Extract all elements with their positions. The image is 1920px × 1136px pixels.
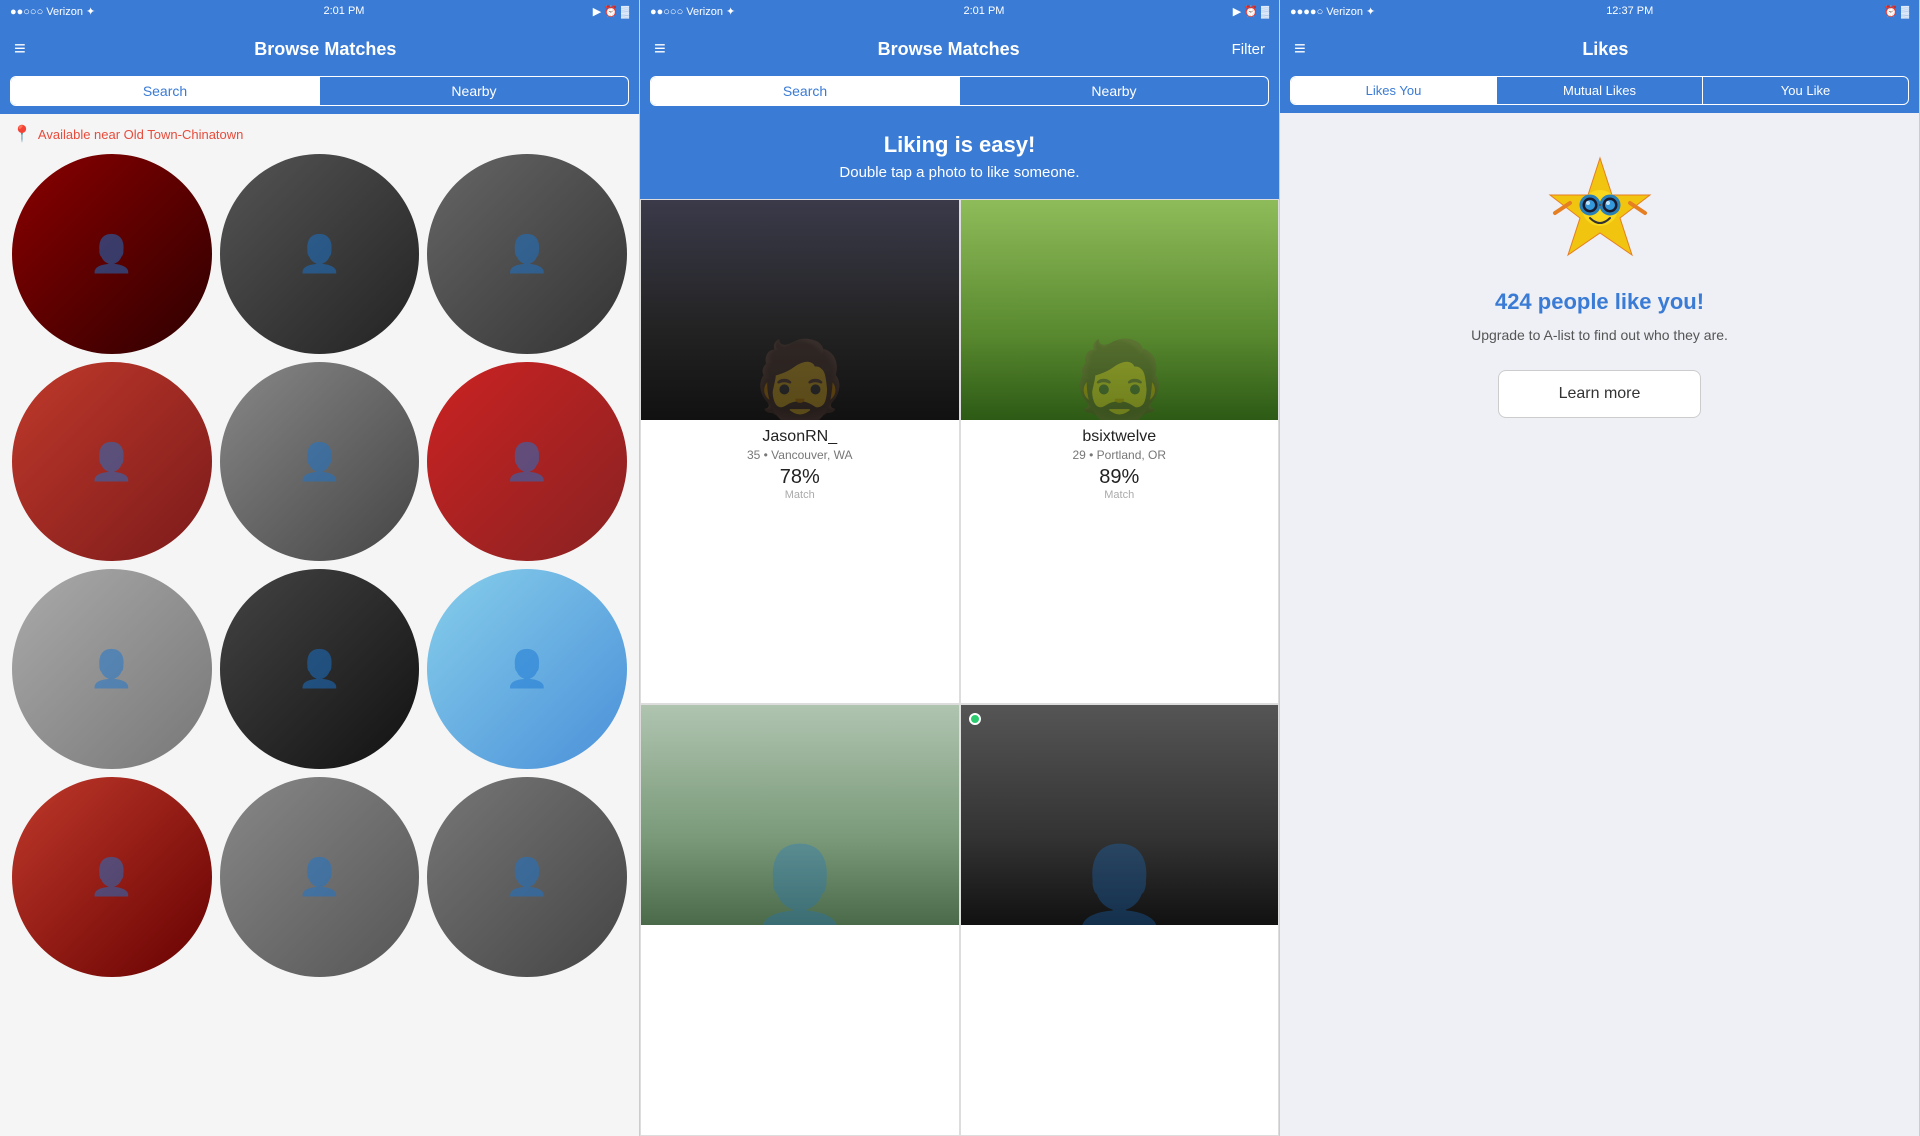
- panel2-content: 🧔 JasonRN_ 35 • Vancouver, WA 78% Match …: [640, 199, 1279, 1136]
- nav-title-1: Browse Matches: [254, 39, 396, 60]
- search-tab-2[interactable]: Search: [651, 77, 960, 105]
- nav-title-2: Browse Matches: [878, 39, 1020, 60]
- time-3: 12:37 PM: [1606, 5, 1653, 17]
- banner-title: Liking is easy!: [660, 132, 1259, 158]
- hamburger-icon-2[interactable]: ≡: [654, 38, 666, 61]
- avatar-4[interactable]: 👤: [12, 362, 212, 562]
- hamburger-icon-1[interactable]: ≡: [14, 38, 26, 61]
- status-bar-3: ●●●●○ Verizon ✦ 12:37 PM ⏰ ▓: [1280, 0, 1919, 22]
- carrier-2: ●●○○○ Verizon ✦: [650, 5, 735, 18]
- banner-subtitle: Double tap a photo to like someone.: [660, 164, 1259, 181]
- location-pin-icon: 📍: [12, 124, 32, 144]
- match-detail-2: 29 • Portland, OR: [971, 448, 1269, 462]
- avatar-7[interactable]: 👤: [12, 569, 212, 769]
- match-card-3[interactable]: 👤: [640, 704, 960, 1136]
- nav-title-3: Likes: [1582, 39, 1628, 60]
- avatar-10[interactable]: 👤: [12, 777, 212, 977]
- segment-bar-1: Search Nearby: [0, 76, 639, 114]
- you-like-tab[interactable]: You Like: [1703, 77, 1908, 104]
- match-label-1: Match: [651, 489, 949, 501]
- status-bar-2: ●●○○○ Verizon ✦ 2:01 PM ▶ ⏰ ▓: [640, 0, 1279, 22]
- match-info-4: [961, 925, 1279, 941]
- status-icons-3: ⏰ ▓: [1884, 5, 1909, 18]
- likes-you-tab[interactable]: Likes You: [1291, 77, 1497, 104]
- status-bar-1: ●●○○○ Verizon ✦ 2:01 PM ▶ ⏰ ▓: [0, 0, 639, 22]
- match-card-1[interactable]: 🧔 JasonRN_ 35 • Vancouver, WA 78% Match: [640, 199, 960, 704]
- match-info-3: [641, 925, 959, 941]
- carrier-3: ●●●●○ Verizon ✦: [1290, 5, 1375, 18]
- status-icons-2: ▶ ⏰ ▓: [1233, 5, 1269, 18]
- avatar-6[interactable]: 👤: [427, 362, 627, 562]
- segment-control-1: Search Nearby: [10, 76, 629, 106]
- three-segment-control: Likes You Mutual Likes You Like: [1290, 76, 1909, 105]
- match-info-2: bsixtwelve 29 • Portland, OR 89% Match: [961, 420, 1279, 509]
- match-photo-2: 🧔: [961, 200, 1279, 420]
- segment-control-2: Search Nearby: [650, 76, 1269, 106]
- nav-bar-2: ≡ Browse Matches Filter: [640, 22, 1279, 76]
- matches-grid: 🧔 JasonRN_ 35 • Vancouver, WA 78% Match …: [640, 199, 1279, 1136]
- nearby-tab-1[interactable]: Nearby: [320, 77, 628, 105]
- match-detail-1: 35 • Vancouver, WA: [651, 448, 949, 462]
- online-indicator: [969, 713, 981, 725]
- hamburger-icon-3[interactable]: ≡: [1294, 38, 1306, 61]
- panel-browse-matches-middle: ●●○○○ Verizon ✦ 2:01 PM ▶ ⏰ ▓ ≡ Browse M…: [640, 0, 1280, 1136]
- avatar-9[interactable]: 👤: [427, 569, 627, 769]
- avatars-grid: 👤 👤 👤 👤 👤 👤 👤 👤 👤 👤 👤 👤: [0, 154, 639, 989]
- panel-browse-matches-left: ●●○○○ Verizon ✦ 2:01 PM ▶ ⏰ ▓ ≡ Browse M…: [0, 0, 640, 1136]
- match-photo-1: 🧔: [641, 200, 959, 420]
- avatar-12[interactable]: 👤: [427, 777, 627, 977]
- avatar-3[interactable]: 👤: [427, 154, 627, 354]
- liking-banner: Liking is easy! Double tap a photo to li…: [640, 114, 1279, 199]
- avatar-8[interactable]: 👤: [220, 569, 420, 769]
- mutual-likes-tab[interactable]: Mutual Likes: [1497, 77, 1703, 104]
- match-name-1: JasonRN_: [651, 428, 949, 446]
- status-icons-1: ▶ ⏰ ▓: [593, 5, 629, 18]
- filter-button[interactable]: Filter: [1232, 41, 1265, 58]
- panel-likes: ●●●●○ Verizon ✦ 12:37 PM ⏰ ▓ ≡ Likes Lik…: [1280, 0, 1920, 1136]
- nav-bar-3: ≡ Likes: [1280, 22, 1919, 76]
- carrier-1: ●●○○○ Verizon ✦: [10, 5, 95, 18]
- likes-count: 424 people like you!: [1495, 289, 1704, 315]
- avatar-11[interactable]: 👤: [220, 777, 420, 977]
- likes-sub: Upgrade to A-list to find out who they a…: [1431, 325, 1768, 346]
- panel3-content: 424 people like you! Upgrade to A-list t…: [1280, 113, 1919, 1136]
- avatar-1[interactable]: 👤: [12, 154, 212, 354]
- location-text: Available near Old Town-Chinatown: [38, 127, 243, 142]
- match-photo-3: 👤: [641, 705, 959, 925]
- segment-bar-2: Search Nearby: [640, 76, 1279, 114]
- time-1: 2:01 PM: [323, 5, 364, 17]
- match-info-1: JasonRN_ 35 • Vancouver, WA 78% Match: [641, 420, 959, 509]
- avatar-2[interactable]: 👤: [220, 154, 420, 354]
- match-card-4[interactable]: 👤: [960, 704, 1280, 1136]
- match-label-2: Match: [971, 489, 1269, 501]
- match-photo-4: 👤: [961, 705, 1279, 925]
- match-card-2[interactable]: 🧔 bsixtwelve 29 • Portland, OR 89% Match: [960, 199, 1280, 704]
- learn-more-button[interactable]: Learn more: [1498, 370, 1702, 418]
- match-percent-2: 89%: [971, 466, 1269, 489]
- star-mascot: [1540, 153, 1660, 273]
- nearby-tab-2[interactable]: Nearby: [960, 77, 1268, 105]
- match-name-2: bsixtwelve: [971, 428, 1269, 446]
- avatar-5[interactable]: 👤: [220, 362, 420, 562]
- nav-bar-1: ≡ Browse Matches: [0, 22, 639, 76]
- location-bar: 📍 Available near Old Town-Chinatown: [0, 114, 639, 154]
- panel1-content: 📍 Available near Old Town-Chinatown 👤 👤 …: [0, 114, 639, 1136]
- time-2: 2:01 PM: [963, 5, 1004, 17]
- search-tab-1[interactable]: Search: [11, 77, 320, 105]
- segment-bar-3: Likes You Mutual Likes You Like: [1280, 76, 1919, 113]
- match-percent-1: 78%: [651, 466, 949, 489]
